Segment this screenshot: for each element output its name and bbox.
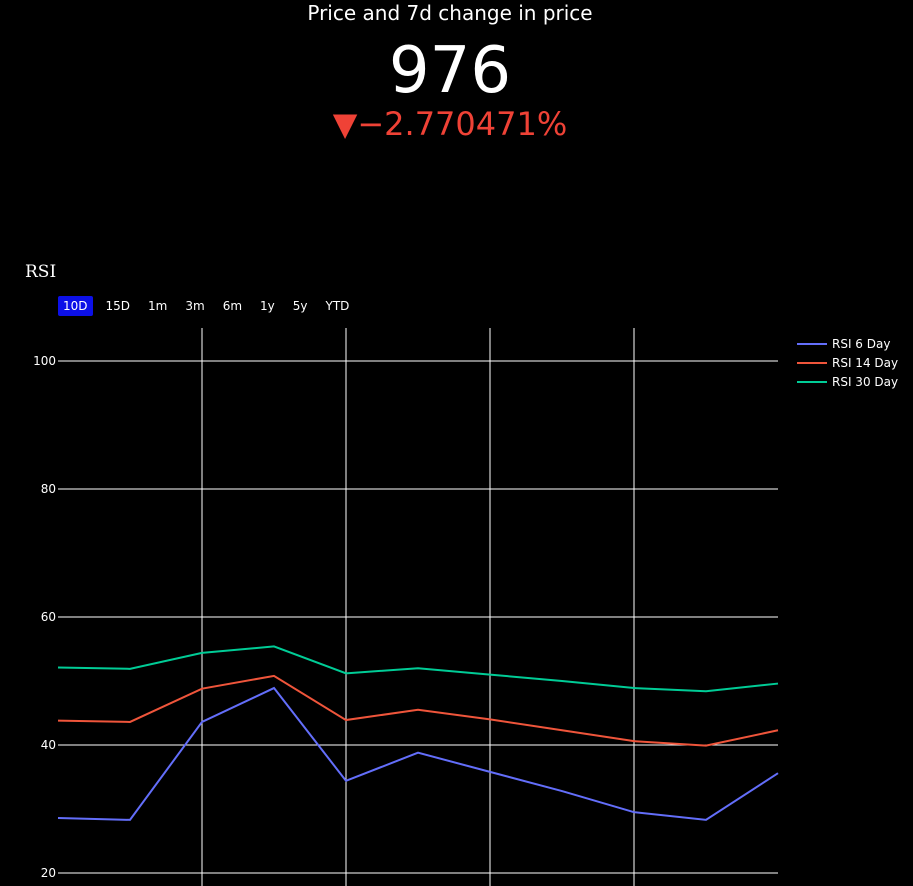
legend-swatch (797, 380, 827, 383)
y-tick-label: 40 (41, 738, 56, 752)
series-line-rsi-14-day (57, 674, 779, 747)
legend-item[interactable]: RSI 30 Day (797, 372, 898, 391)
y-tick-label: 60 (41, 610, 56, 624)
horizontal-gridlines (58, 360, 778, 874)
y-tick-label: 100 (33, 354, 56, 368)
legend: RSI 6 Day RSI 14 Day RSI 30 Day (797, 334, 898, 391)
series-line-rsi-6-day (57, 686, 779, 821)
legend-swatch (797, 361, 827, 364)
y-tick-label: 20 (41, 866, 56, 880)
vertical-gridlines (201, 328, 635, 886)
legend-item[interactable]: RSI 6 Day (797, 334, 898, 353)
legend-item[interactable]: RSI 14 Day (797, 353, 898, 372)
legend-label: RSI 14 Day (832, 355, 899, 370)
legend-label: RSI 30 Day (832, 374, 899, 389)
rsi-chart: 20 40 60 80 100 (33, 328, 779, 886)
legend-label: RSI 6 Day (832, 336, 891, 351)
series-lines (57, 645, 779, 821)
legend-swatch (797, 342, 827, 345)
y-tick-labels: 20 40 60 80 100 (33, 354, 56, 880)
y-tick-label: 80 (41, 482, 56, 496)
series-line-rsi-30-day (57, 645, 779, 693)
